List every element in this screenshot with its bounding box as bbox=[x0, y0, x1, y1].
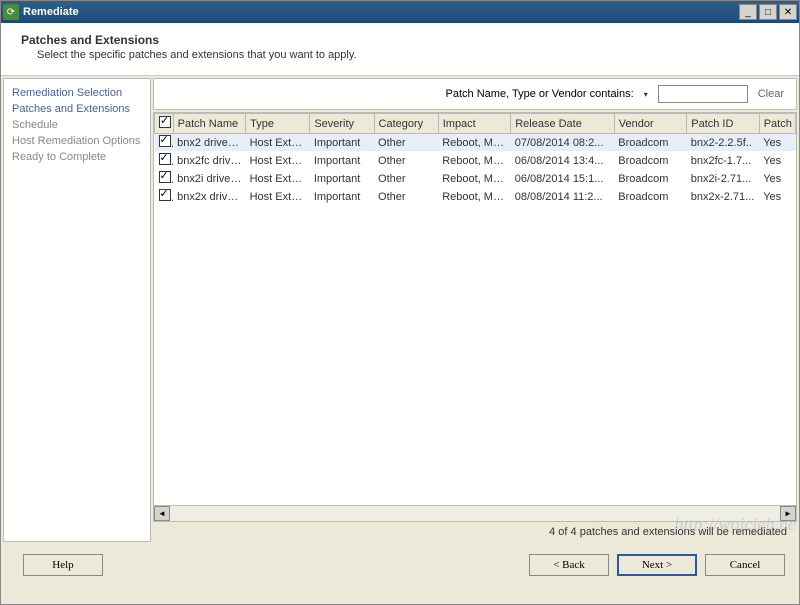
cell: bnx2fc-1.7... bbox=[687, 152, 759, 170]
back-button[interactable]: < Back bbox=[529, 554, 609, 576]
window-title: Remediate bbox=[23, 6, 739, 18]
step-remediation-selection[interactable]: Remediation Selection bbox=[12, 85, 142, 101]
table-row[interactable]: bnx2 driver ...Host Exten..ImportantOthe… bbox=[155, 134, 796, 152]
cell: Host Exten.. bbox=[246, 134, 310, 152]
wizard-header: Patches and Extensions Select the specif… bbox=[1, 23, 799, 76]
horizontal-scrollbar[interactable]: ◄ ► bbox=[154, 505, 796, 521]
cell: Host Exten.. bbox=[246, 170, 310, 188]
status-text: 4 of 4 patches and extensions will be re… bbox=[153, 522, 797, 542]
cell: 07/08/2014 08:2... bbox=[511, 134, 615, 152]
checkbox-icon[interactable] bbox=[159, 116, 171, 128]
filter-input[interactable] bbox=[658, 85, 748, 103]
filter-bar: Patch Name, Type or Vendor contains: ▾ C… bbox=[153, 78, 797, 110]
step-schedule: Schedule bbox=[12, 117, 142, 133]
cell: 08/08/2014 11:2... bbox=[511, 188, 615, 206]
cell: Broadcom bbox=[614, 170, 686, 188]
cell: Other bbox=[374, 170, 438, 188]
scroll-track[interactable] bbox=[170, 506, 780, 521]
cell: Yes bbox=[759, 134, 795, 152]
cell: Other bbox=[374, 188, 438, 206]
cell: bnx2i driver... bbox=[173, 170, 245, 188]
col-patch-name[interactable]: Patch Name bbox=[173, 114, 245, 134]
col-patch[interactable]: Patch bbox=[759, 114, 795, 134]
cell: bnx2x drive... bbox=[173, 188, 245, 206]
cell: Important bbox=[310, 152, 374, 170]
cell: Broadcom bbox=[614, 188, 686, 206]
page-title: Patches and Extensions bbox=[21, 33, 779, 47]
col-release-date[interactable]: Release Date bbox=[511, 114, 615, 134]
maximize-button[interactable]: □ bbox=[759, 4, 777, 20]
cell: Important bbox=[310, 134, 374, 152]
titlebar: ⟳ Remediate _ □ ✕ bbox=[1, 1, 799, 23]
cell: Yes bbox=[759, 152, 795, 170]
cell: bnx2 driver ... bbox=[173, 134, 245, 152]
cell: bnx2fc drive.. bbox=[173, 152, 245, 170]
step-patches-extensions[interactable]: Patches and Extensions bbox=[12, 101, 142, 117]
window-controls: _ □ ✕ bbox=[739, 4, 797, 20]
cell: Important bbox=[310, 188, 374, 206]
cell: Reboot, Ma... bbox=[438, 152, 510, 170]
cell: Broadcom bbox=[614, 134, 686, 152]
filter-clear[interactable]: Clear bbox=[754, 88, 788, 100]
close-button[interactable]: ✕ bbox=[779, 4, 797, 20]
cell: Reboot, Ma... bbox=[438, 134, 510, 152]
filter-dropdown-icon[interactable]: ▾ bbox=[640, 90, 652, 99]
table-row[interactable]: bnx2fc drive..Host Exten..ImportantOther… bbox=[155, 152, 796, 170]
cell: Broadcom bbox=[614, 152, 686, 170]
cell: Reboot, Ma... bbox=[438, 188, 510, 206]
header-checkbox[interactable] bbox=[155, 114, 174, 134]
patches-table: Patch Name Type Severity Category Impact… bbox=[154, 113, 796, 206]
cancel-button[interactable]: Cancel bbox=[705, 554, 785, 576]
checkbox-icon[interactable] bbox=[159, 135, 171, 147]
step-ready-to-complete: Ready to Complete bbox=[12, 149, 142, 165]
cell: Host Exten.. bbox=[246, 152, 310, 170]
cell: Other bbox=[374, 152, 438, 170]
next-button[interactable]: Next > bbox=[617, 554, 697, 576]
row-checkbox-cell[interactable] bbox=[155, 188, 174, 206]
minimize-button[interactable]: _ bbox=[739, 4, 757, 20]
help-button[interactable]: Help bbox=[23, 554, 103, 576]
col-impact[interactable]: Impact bbox=[438, 114, 510, 134]
col-vendor[interactable]: Vendor bbox=[614, 114, 686, 134]
cell: Reboot, Ma... bbox=[438, 170, 510, 188]
cell: Important bbox=[310, 170, 374, 188]
cell: 06/08/2014 15:1... bbox=[511, 170, 615, 188]
cell: 06/08/2014 13:4... bbox=[511, 152, 615, 170]
table-row[interactable]: bnx2x drive...Host Exten..ImportantOther… bbox=[155, 188, 796, 206]
cell: Other bbox=[374, 134, 438, 152]
cell: bnx2-2.2.5f.. bbox=[687, 134, 759, 152]
checkbox-icon[interactable] bbox=[159, 171, 171, 183]
row-checkbox-cell[interactable] bbox=[155, 134, 174, 152]
page-subtitle: Select the specific patches and extensio… bbox=[37, 49, 779, 61]
cell: bnx2i-2.71... bbox=[687, 170, 759, 188]
col-type[interactable]: Type bbox=[246, 114, 310, 134]
scroll-left-icon[interactable]: ◄ bbox=[154, 506, 170, 521]
table-row[interactable]: bnx2i driver...Host Exten..ImportantOthe… bbox=[155, 170, 796, 188]
row-checkbox-cell[interactable] bbox=[155, 152, 174, 170]
col-patch-id[interactable]: Patch ID bbox=[687, 114, 759, 134]
col-severity[interactable]: Severity bbox=[310, 114, 374, 134]
cell: bnx2x-2.71... bbox=[687, 188, 759, 206]
cell: Yes bbox=[759, 170, 795, 188]
row-checkbox-cell[interactable] bbox=[155, 170, 174, 188]
wizard-footer: Help < Back Next > Cancel bbox=[1, 544, 799, 586]
checkbox-icon[interactable] bbox=[159, 153, 171, 165]
col-category[interactable]: Category bbox=[374, 114, 438, 134]
step-host-remediation-options: Host Remediation Options bbox=[12, 133, 142, 149]
patches-table-container: Patch Name Type Severity Category Impact… bbox=[153, 112, 797, 522]
wizard-steps-sidebar: Remediation Selection Patches and Extens… bbox=[3, 78, 151, 542]
filter-label: Patch Name, Type or Vendor contains: bbox=[446, 88, 634, 100]
app-icon: ⟳ bbox=[3, 4, 19, 20]
cell: Yes bbox=[759, 188, 795, 206]
table-header-row: Patch Name Type Severity Category Impact… bbox=[155, 114, 796, 134]
scroll-right-icon[interactable]: ► bbox=[780, 506, 796, 521]
cell: Host Exten.. bbox=[246, 188, 310, 206]
checkbox-icon[interactable] bbox=[159, 189, 171, 201]
